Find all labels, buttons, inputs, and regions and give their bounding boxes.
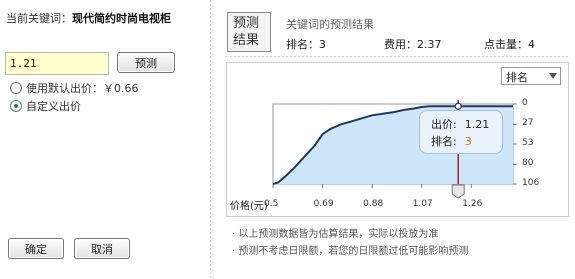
notes: · 以上预测数据皆为估算结果，实际以投放为准 · 预测不考虑日限额，若您的日限额… <box>232 226 468 260</box>
chart-tooltip: 出价: 1.21 排名: 3 <box>419 110 503 154</box>
prediction-tag-line1: 预测 <box>233 16 260 31</box>
left-panel: 当前关键词：现代简约时尚电视柜 预测 使用默认出价：￥0.66 自定义出价 确定… <box>0 0 208 279</box>
stat-rank: 排名：3 <box>286 38 326 51</box>
stat-cost: 费用：2.37 <box>384 38 442 51</box>
x-tick-label: 1.07 <box>412 199 433 209</box>
radio-custom-label: 自定义出价 <box>26 100 81 113</box>
panel-divider <box>210 0 211 279</box>
prediction-tag-line2: 结果 <box>233 33 260 48</box>
chevron-down-icon[interactable] <box>549 73 557 79</box>
keyword-value: 现代简约时尚电视柜 <box>72 12 171 25</box>
x-tick-label: 0.88 <box>363 199 384 209</box>
stat-clicks: 点击量：4 <box>484 38 535 51</box>
current-keyword: 当前关键词：现代简约时尚电视柜 <box>6 10 171 26</box>
radio-default-bid[interactable]: 使用默认出价：￥0.66 <box>10 80 139 96</box>
predict-button[interactable]: 预测 <box>117 52 175 73</box>
prediction-tag: 预测 结果 <box>227 12 271 52</box>
metric-select[interactable]: 排名 <box>501 67 561 85</box>
y-tick-label: 80 <box>522 158 534 169</box>
header-separator <box>226 56 569 57</box>
tooltip-bid-label: 出价: <box>431 118 457 131</box>
radio-custom-bid[interactable]: 自定义出价 <box>10 98 81 114</box>
cancel-button[interactable]: 取消 <box>74 238 130 259</box>
x-axis-title: 价格(元) <box>230 201 268 212</box>
keyword-label: 当前关键词： <box>6 12 72 25</box>
y-tick-label: 0 <box>522 98 528 108</box>
tooltip-bid-value: 1.21 <box>464 118 490 131</box>
y-tick-label: 27 <box>522 118 534 129</box>
x-tick-label: 1.26 <box>462 199 483 209</box>
radio-custom-circle[interactable] <box>10 100 22 112</box>
radio-default-circle[interactable] <box>10 82 22 94</box>
note-2: · 预测不考虑日限额，若您的日限额过低可能影响预测 <box>232 246 469 257</box>
x-tick-label: 0.69 <box>313 199 334 209</box>
y-tick-label: 106 <box>522 178 540 188</box>
tooltip-rank-value: 3 <box>464 135 472 148</box>
y-tick-label: 53 <box>522 138 534 148</box>
metric-select-value: 排名 <box>506 71 528 84</box>
bid-input[interactable] <box>5 52 109 75</box>
x-tick-label: 0.5 <box>264 199 279 209</box>
result-title: 关键词的预测结果 <box>286 18 374 31</box>
chart-frame <box>226 62 569 217</box>
note-1: · 以上预测数据皆为估算结果，实际以投放为准 <box>232 229 439 240</box>
radio-default-label: 使用默认出价：￥0.66 <box>26 82 139 95</box>
ok-button[interactable]: 确定 <box>8 238 64 259</box>
tooltip-rank-label: 排名: <box>431 135 457 148</box>
prediction-stats: 排名：3 费用：2.37 点击量：4 <box>286 36 568 52</box>
